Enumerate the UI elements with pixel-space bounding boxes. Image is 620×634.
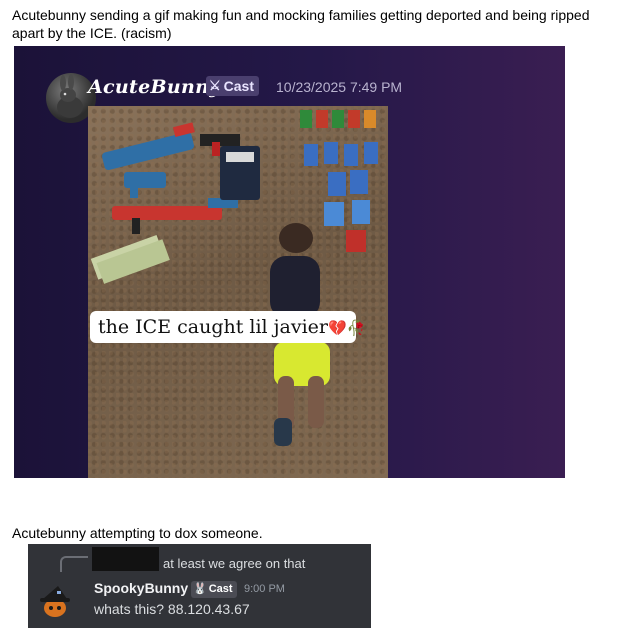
caption-second: Acutebunny attempting to dox someone. bbox=[12, 525, 263, 541]
reply-connector bbox=[60, 556, 88, 572]
snack-packs bbox=[300, 110, 378, 252]
gif-scene bbox=[90, 110, 378, 446]
redaction-box bbox=[92, 547, 159, 571]
badge-label: Cast bbox=[223, 78, 255, 94]
timestamp: 9:00 PM bbox=[244, 583, 285, 595]
timestamp: 10/23/2025 7:49 PM bbox=[276, 79, 403, 95]
discord-screenshot-reply-message: at least we agree on that SpookyBunny 🐰 … bbox=[28, 544, 371, 628]
caption-first: Acutebunny sending a gif making fun and … bbox=[12, 7, 590, 41]
role-badge[interactable]: 🐰 Cast bbox=[191, 581, 237, 598]
username[interactable]: AcuteBunny bbox=[88, 76, 221, 98]
toy-blaster bbox=[112, 198, 238, 234]
gif-caption-text: the ICE caught lil javier bbox=[98, 316, 329, 338]
avatar[interactable] bbox=[36, 582, 74, 620]
message-text: whats this? 88.120.43.67 bbox=[94, 601, 250, 617]
sword-icon: ⚔ bbox=[209, 78, 221, 93]
gif-image[interactable]: the ICE caught lil javier💔🥀 bbox=[88, 106, 388, 478]
reply-preview[interactable]: at least we agree on that bbox=[163, 556, 305, 571]
discord-screenshot-gif-message: AcuteBunny ⚔ Cast 10/23/2025 7:49 PM the… bbox=[14, 46, 565, 478]
witch-hat-icon bbox=[40, 586, 70, 617]
broken-heart-wilted-flower-icon: 💔🥀 bbox=[328, 319, 366, 337]
toy-blaster bbox=[102, 122, 195, 171]
gif-caption: the ICE caught lil javier💔🥀 bbox=[90, 311, 365, 343]
role-badge[interactable]: ⚔ Cast bbox=[206, 76, 260, 96]
cash-stack bbox=[90, 234, 170, 284]
username[interactable]: SpookyBunny bbox=[94, 580, 188, 596]
toy-blaster bbox=[124, 172, 166, 198]
bunny-icon: 🐰 bbox=[193, 583, 207, 595]
badge-label: Cast bbox=[208, 583, 233, 595]
